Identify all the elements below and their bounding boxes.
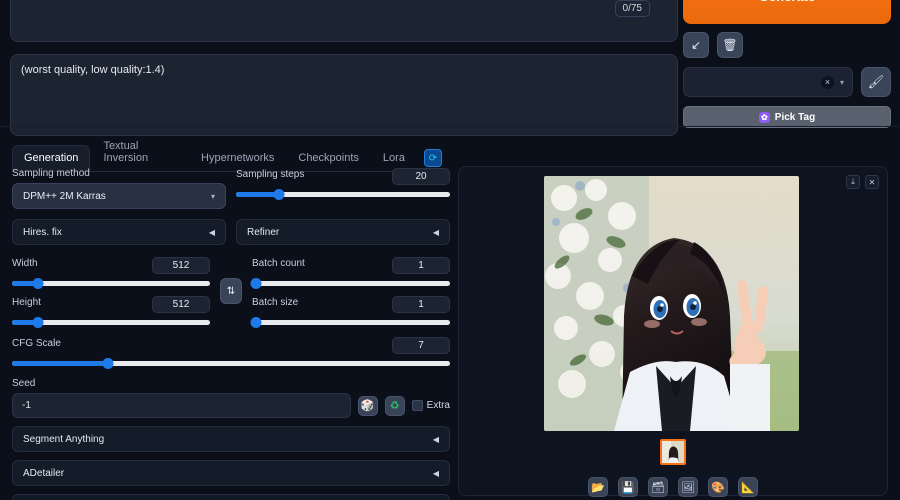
- batch-size-label: Batch size: [252, 297, 299, 308]
- chevron-down-icon[interactable]: ▾: [840, 78, 844, 87]
- sampling-method-label: Sampling method: [12, 168, 90, 179]
- pick-tag-button[interactable]: ✿ Pick Tag: [683, 106, 891, 128]
- sampling-steps-value[interactable]: 20: [392, 168, 450, 185]
- batch-count-slider[interactable]: [250, 278, 450, 289]
- result-panel: ⤓ ✕ 📂 💾 🗃 🖼 🎨 📐: [458, 166, 888, 497]
- tab-textual-inversion[interactable]: Textual Inversion: [92, 134, 188, 171]
- dimensions-group: Width 512 Height 512: [12, 257, 210, 328]
- segment-anything-label: Segment Anything: [23, 433, 105, 445]
- dice-icon[interactable]: 🎲: [357, 395, 378, 416]
- sampling-method-select[interactable]: DPM++ 2M Karras ▾: [12, 183, 226, 209]
- paintbrush-icon[interactable]: 🖌: [861, 67, 891, 97]
- cfg-scale-label: CFG Scale: [12, 338, 61, 349]
- aspect-ratio-helper-accordion[interactable]: Aspect Ratio Helper ▼: [12, 494, 450, 500]
- extra-checkbox-group[interactable]: Extra: [411, 400, 450, 411]
- gallery-thumbnails: [459, 439, 887, 465]
- chevron-down-icon: ▾: [210, 191, 215, 201]
- swap-dimensions-icon[interactable]: ⇅: [220, 278, 242, 304]
- image-view-buttons: ⤓ ✕: [846, 175, 879, 189]
- sampling-method-group: Sampling method DPM++ 2M Karras ▾: [12, 168, 226, 209]
- height-slider[interactable]: [12, 317, 210, 328]
- send-to-img2img-icon[interactable]: 🖼: [678, 477, 698, 497]
- collapse-arrow-icon: ◀: [432, 227, 439, 237]
- batch-count-value[interactable]: 1: [392, 257, 450, 274]
- cfg-scale-group: CFG Scale 7: [12, 337, 450, 369]
- prompt-action-row: ↙ 🗑: [683, 32, 891, 58]
- paste-params-icon[interactable]: ↙: [683, 32, 709, 58]
- generated-image[interactable]: [544, 176, 799, 431]
- save-zip-icon[interactable]: 🗃: [648, 477, 668, 497]
- batch-count-label: Batch count: [252, 258, 305, 269]
- cfg-scale-slider[interactable]: [12, 358, 450, 369]
- hires-fix-accordion[interactable]: Hires. fix ◀: [12, 219, 226, 245]
- adetailer-accordion[interactable]: ADetailer ◀: [12, 460, 450, 486]
- width-slider[interactable]: [12, 278, 210, 289]
- segment-anything-accordion[interactable]: Segment Anything ◀: [12, 426, 450, 452]
- recycle-icon[interactable]: ♻: [384, 395, 405, 416]
- trash-icon[interactable]: 🗑: [717, 32, 743, 58]
- height-label: Height: [12, 297, 41, 308]
- gear-icon: ✿: [758, 111, 770, 123]
- pick-tag-label: Pick Tag: [774, 111, 816, 123]
- width-label: Width: [12, 258, 38, 269]
- extra-label: Extra: [426, 400, 450, 411]
- collapse-arrow-icon: ◀: [208, 227, 215, 237]
- generate-column: Generate ↙ 🗑 × ▾ 🖌 ✿ Pick Tag: [683, 0, 891, 128]
- extra-checkbox[interactable]: [411, 400, 423, 411]
- gallery-thumbnail-1[interactable]: [660, 439, 686, 465]
- save-icon[interactable]: 💾: [618, 477, 638, 497]
- seed-input[interactable]: -1: [12, 393, 351, 418]
- clear-styles-icon[interactable]: ×: [820, 75, 834, 89]
- sampling-steps-slider[interactable]: [236, 189, 450, 200]
- positive-prompt-textarea[interactable]: (masterpiece, best quality:1.4): [10, 0, 678, 42]
- section-divider: [0, 126, 900, 127]
- tab-bar: Generation Textual Inversion Hypernetwor…: [12, 134, 442, 172]
- styles-dropdown[interactable]: × ▾: [683, 67, 853, 97]
- folder-icon[interactable]: 📂: [588, 477, 608, 497]
- prompt-column: (masterpiece, best quality:1.4) 0/75 (wo…: [10, 0, 678, 136]
- seed-label: Seed: [12, 378, 36, 389]
- height-value[interactable]: 512: [152, 296, 210, 313]
- seed-group: Seed -1 🎲 ♻ Extra: [12, 378, 450, 418]
- collapse-arrow-icon: ◀: [432, 434, 439, 444]
- negative-prompt-textarea[interactable]: (worst quality, low quality:1.4): [10, 54, 678, 136]
- result-toolbar: 📂 💾 🗃 🖼 🎨 📐: [459, 477, 887, 497]
- sampling-method-value: DPM++ 2M Karras: [23, 190, 106, 202]
- cfg-scale-value[interactable]: 7: [392, 337, 450, 354]
- collapse-arrow-icon: ◀: [432, 468, 439, 478]
- refiner-label: Refiner: [247, 226, 280, 238]
- hires-fix-label: Hires. fix: [23, 226, 62, 238]
- refresh-icon[interactable]: ⟳: [423, 149, 442, 167]
- width-value[interactable]: 512: [152, 257, 210, 274]
- generation-settings: Sampling method DPM++ 2M Karras ▾ Sampli…: [12, 168, 450, 500]
- batch-size-value[interactable]: 1: [392, 296, 450, 313]
- sampling-steps-label: Sampling steps: [236, 169, 305, 180]
- sampling-steps-group: Sampling steps 20: [236, 168, 450, 209]
- styles-row: × ▾ 🖌: [683, 67, 891, 97]
- token-counter: 0/75: [614, 0, 650, 17]
- adetailer-label: ADetailer: [23, 467, 65, 479]
- close-icon[interactable]: ✕: [865, 175, 879, 189]
- send-to-extras-icon[interactable]: 📐: [738, 477, 758, 497]
- send-to-inpaint-icon[interactable]: 🎨: [708, 477, 728, 497]
- batch-size-slider[interactable]: [250, 317, 450, 328]
- batch-group: Batch count 1 Batch size 1: [250, 257, 450, 328]
- refiner-accordion[interactable]: Refiner ◀: [236, 219, 450, 245]
- download-icon[interactable]: ⤓: [846, 175, 860, 189]
- generate-button[interactable]: Generate: [683, 0, 891, 24]
- stable-diffusion-webui: (masterpiece, best quality:1.4) 0/75 (wo…: [0, 0, 900, 500]
